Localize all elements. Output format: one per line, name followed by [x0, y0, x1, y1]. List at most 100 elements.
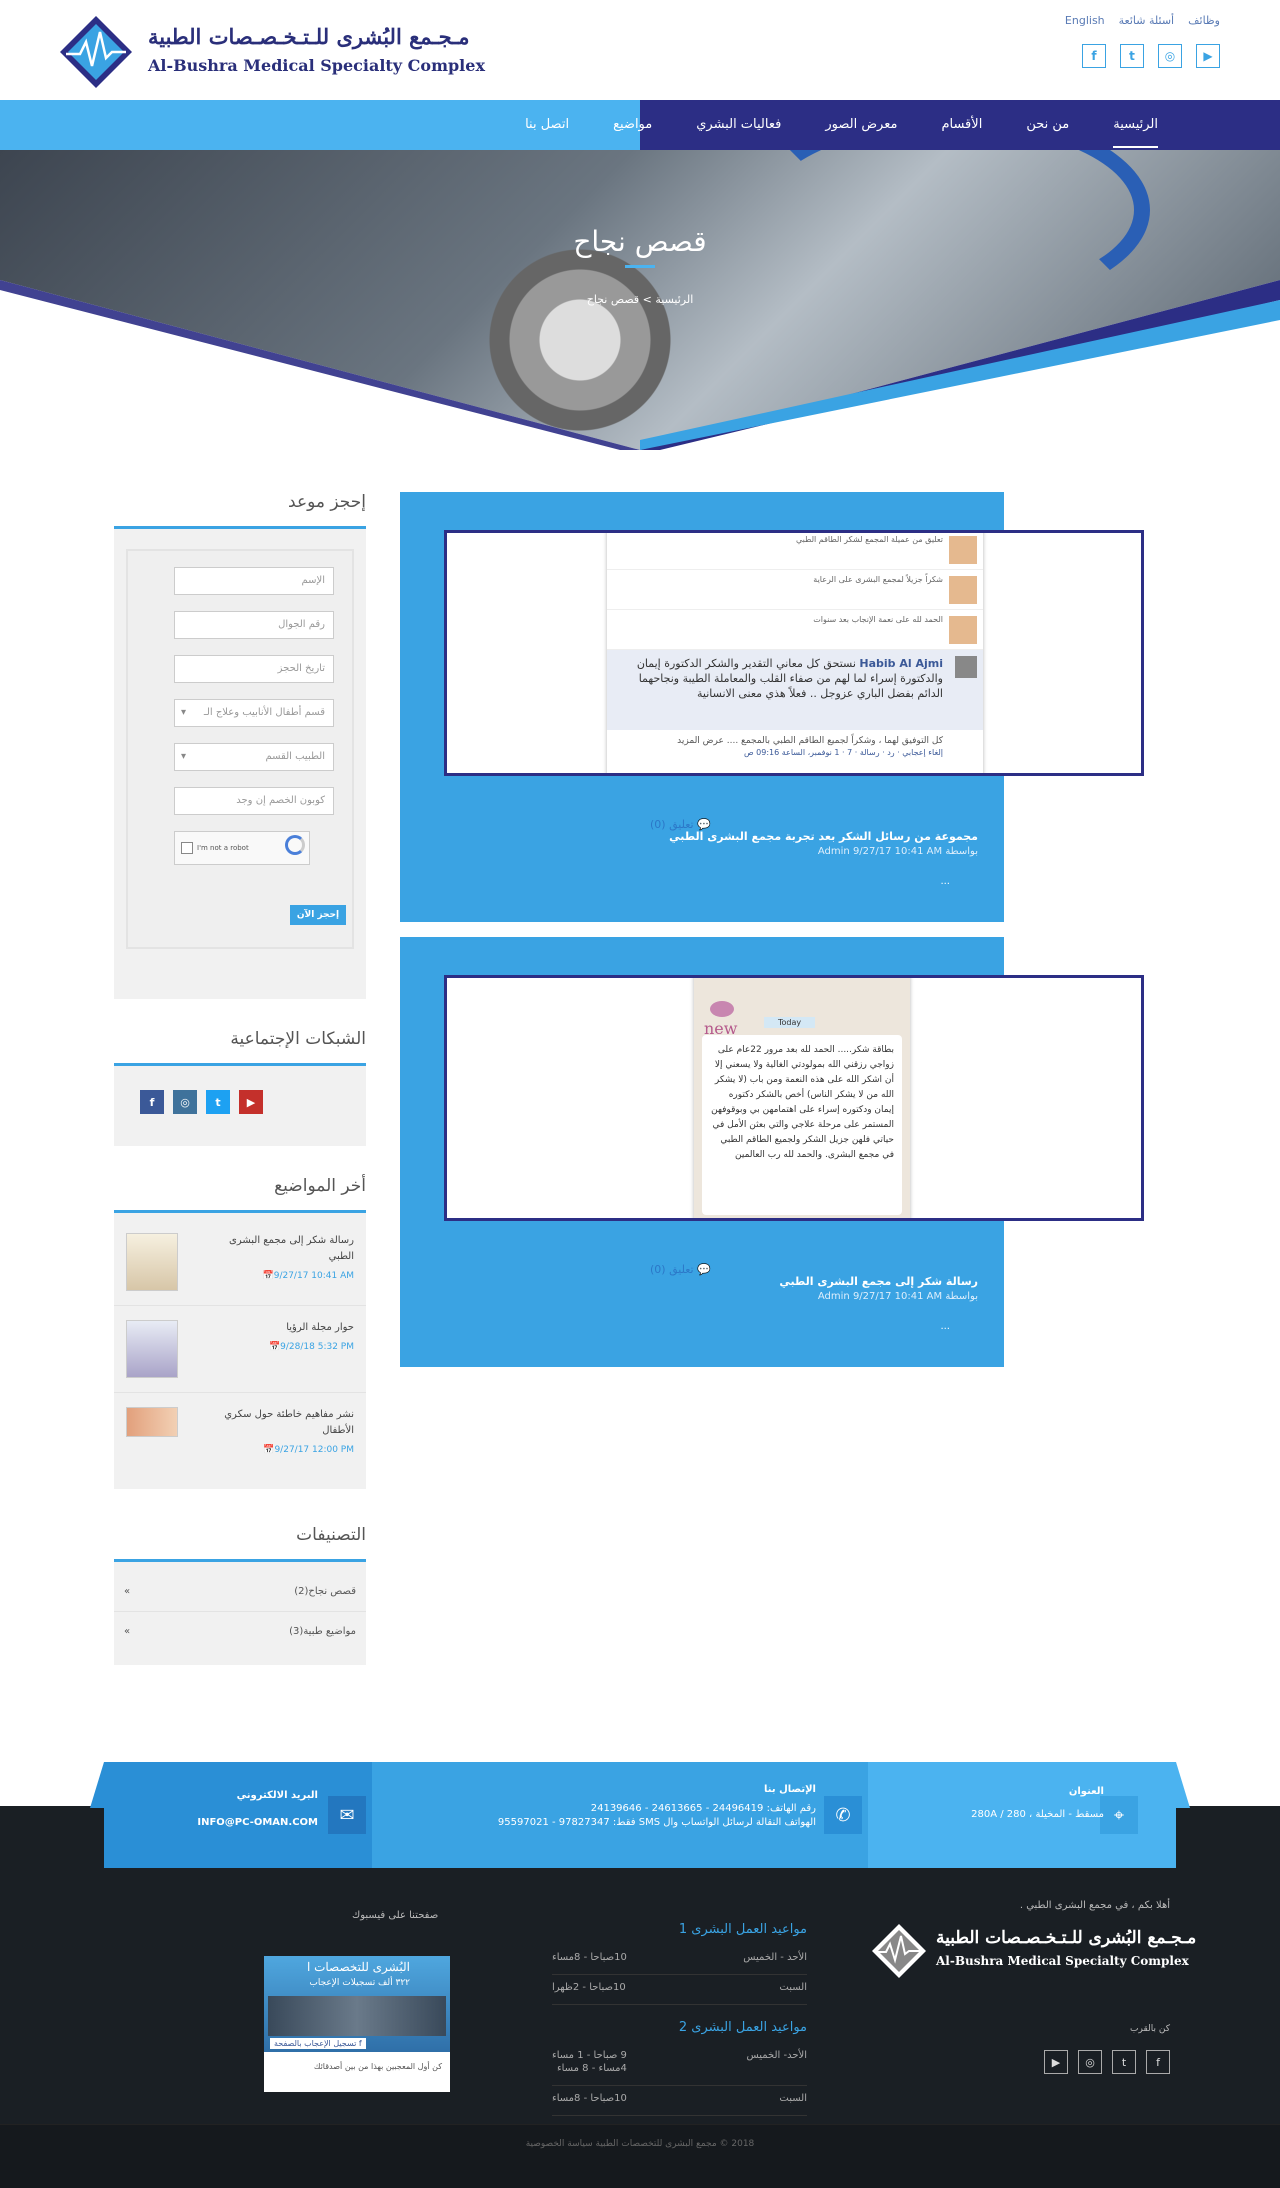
instagram-icon[interactable]: ◎ [1078, 2050, 1102, 2074]
phone-field[interactable]: رقم الجوال [174, 611, 334, 639]
phone-line-1: رقم الهاتف: 24496419 - 24613665 - 241396… [590, 1803, 816, 1814]
doctor-select[interactable]: الطبيب القسم [174, 743, 334, 771]
facebook-page-widget[interactable]: البُشرى للتخصصات ا ٣٢٢ ألف تسجيلات الإعج… [264, 1956, 450, 2092]
latest-item-title[interactable]: حوار مجلة الرؤيا [204, 1320, 354, 1336]
post-image[interactable]: تعليق من عميلة المجمع لشكر الطاقم الطبي … [444, 530, 1144, 776]
copyright-bar: 2018 © مجمع البشرى للتخصصات الطبية سياسة… [0, 2124, 1280, 2188]
latest-item-date: 📅9/27/17 12:00 PM [263, 1445, 354, 1455]
read-more-link[interactable]: ... [940, 876, 950, 887]
latest-item-thumbnail[interactable] [126, 1233, 178, 1291]
facebook-cover-image: البُشرى للتخصصات ا ٣٢٢ ألف تسجيلات الإعج… [264, 1956, 450, 2052]
latest-title: أخر المواضيع [114, 1176, 366, 1213]
read-more-link[interactable]: ... [940, 1321, 950, 1332]
facebook-icon[interactable]: f [140, 1090, 164, 1114]
latest-item-thumbnail[interactable] [126, 1320, 178, 1378]
latest-item-date: 📅9/27/17 10:41 AM [262, 1271, 355, 1281]
fb-group-photo [268, 1996, 446, 2036]
posts-list: تعليق من عميلة المجمع لشكر الطاقم الطبي … [400, 492, 1144, 1382]
instagram-icon[interactable]: ◎ [1158, 44, 1182, 68]
breadcrumb-home[interactable]: الرئيسية [655, 293, 693, 306]
comment-actions: إلغاء إعجابي · رد · رسالة · 7 · 1 نوفمبر… [743, 748, 943, 757]
category-label[interactable]: قصص نجاح(2) [294, 1586, 356, 1597]
post-title[interactable]: مجموعة من رسائل الشكر بعد تجربة مجمع الب… [669, 830, 978, 843]
latest-item-title[interactable]: نشر مفاهيم خاطئة حول سكري الأطفال [204, 1407, 354, 1439]
hours-row: الأحد - الخميس 10صباحا - 8مساء [552, 1945, 807, 1975]
footer-welcome: أهلا بكم ، في مجمع البشرى الطبي . [1019, 1900, 1170, 1911]
categories-panel: قصص نجاح(2) » مواضيع طبية(3) » [114, 1562, 366, 1665]
post-image[interactable]: new Today بطاقة شكر..... الحمد لله بعد م… [444, 975, 1144, 1221]
facebook-icon: f [358, 2039, 362, 2048]
nav-item-about[interactable]: من نحن [1004, 100, 1091, 150]
email-value[interactable]: INFO@PC-OMAN.COM [197, 1816, 318, 1830]
latest-item-thumbnail[interactable] [126, 1407, 178, 1437]
top-link-faq[interactable]: أسئلة شائعة [1119, 14, 1174, 27]
page-title: قصص نجاح [573, 225, 707, 258]
fb-like-button[interactable]: f تسجيل الإعجاب بالصفحة [270, 2038, 366, 2049]
envelope-icon: ✉ [328, 1796, 366, 1834]
comments-count: تعليق (0) [650, 818, 694, 831]
category-item[interactable]: مواضيع طبية(3) » [114, 1612, 366, 1651]
department-select[interactable]: قسم أطفال الأنابيب وعلاج الـ [174, 699, 334, 727]
post-comments-link[interactable]: 💬 تعليق (0) [650, 1263, 711, 1276]
flower-logo-icon [710, 1001, 734, 1017]
latest-item[interactable]: رسالة شكر إلى مجمع البشرى الطبي 📅9/27/17 … [114, 1219, 366, 1306]
double-chevron-icon: » [124, 1626, 131, 1637]
twitter-icon[interactable]: t [1112, 2050, 1136, 2074]
today-label: Today [764, 1017, 816, 1028]
commenter-name: Habib Al Ajmi [859, 657, 943, 670]
nav-item-home[interactable]: الرئيسية [1091, 100, 1180, 150]
footer-logo-mark-icon [872, 1924, 926, 1978]
youtube-icon[interactable]: ▶ [1196, 44, 1220, 68]
category-label[interactable]: مواضيع طبية(3) [289, 1626, 356, 1637]
coupon-field[interactable]: كوبون الخصم إن وجد [174, 787, 334, 815]
logo-arabic-text: مـجـمع البُشرى للـتـخـصـصات الطبية [148, 24, 470, 49]
site-logo[interactable]: مـجـمع البُشرى للـتـخـصـصات الطبية Al-Bu… [56, 14, 485, 92]
logo-english-text: Al-Bushra Medical Specialty Complex [148, 56, 485, 75]
category-item[interactable]: قصص نجاح(2) » [114, 1572, 366, 1612]
captcha-checkbox[interactable] [181, 842, 193, 854]
name-field[interactable]: الإسم [174, 567, 334, 595]
facebook-icon[interactable]: f [1082, 44, 1106, 68]
post-title[interactable]: رسالة شكر إلى مجمع البشرى الطبي [779, 1275, 978, 1288]
message-bubble: بطاقة شكر..... الحمد لله بعد مرور 22عام … [702, 1035, 902, 1215]
fb-banner-title: البُشرى للتخصصات ا [306, 1960, 410, 1974]
main-navbar: الرئيسية من نحن الأقسام معرض الصور فعالي… [0, 100, 1280, 150]
booking-form: الإسم رقم الجوال تاريخ الحجز قسم أطفال ا… [126, 549, 354, 949]
top-links: وظائف أسئلة شائعة English [1065, 14, 1220, 27]
nav-item-gallery[interactable]: معرض الصور [803, 100, 919, 150]
nav-item-contact[interactable]: اتصل بنا [503, 100, 591, 150]
footer-logo-english: Al-Bushra Medical Specialty Complex [936, 1954, 1189, 1968]
instagram-icon[interactable]: ◎ [173, 1090, 197, 1114]
youtube-icon[interactable]: ▶ [239, 1090, 263, 1114]
book-now-button[interactable]: إحجز الآن [290, 905, 346, 925]
comment-footer: كل التوفيق لهما ، وشكراً لجميع الطاقم ال… [677, 736, 943, 746]
latest-item[interactable]: حوار مجلة الرؤيا 📅9/28/18 5:32 PM [114, 1306, 366, 1393]
latest-item[interactable]: نشر مفاهيم خاطئة حول سكري الأطفال 📅9/27/1… [114, 1393, 366, 1469]
date-field[interactable]: تاريخ الحجز [174, 655, 334, 683]
page-hero: قصص نجاح الرئيسية > قصص نجاح [0, 150, 1280, 450]
top-link-jobs[interactable]: وظائف [1188, 14, 1220, 27]
working-hours-1: مواعيد العمل البشرى 1 الأحد - الخميس 10صب… [552, 1922, 807, 2005]
latest-item-title[interactable]: رسالة شكر إلى مجمع البشرى الطبي [204, 1233, 354, 1265]
twitter-icon[interactable]: t [206, 1090, 230, 1114]
recaptcha[interactable]: I'm not a robot [174, 831, 310, 865]
breadcrumb: الرئيسية > قصص نجاح [0, 293, 1280, 306]
footer-contact-bar: ✉ البريد الالكتروني INFO@PC-OMAN.COM ✆ ا… [104, 1762, 1176, 1868]
copyright-text[interactable]: 2018 © مجمع البشرى للتخصصات الطبية سياسة… [0, 2139, 1280, 2149]
nav-item-events[interactable]: فعاليات البشري [674, 100, 803, 150]
top-link-english[interactable]: English [1065, 14, 1105, 27]
hours-title: مواعيد العمل البشرى 1 [678, 1922, 807, 1937]
main-nav: الرئيسية من نحن الأقسام معرض الصور فعالي… [503, 100, 1180, 150]
footer-logo[interactable]: مـجـمع البُشرى للـتـخـصـصات الطبية Al-Bu… [870, 1922, 1196, 1982]
twitter-icon[interactable]: t [1120, 44, 1144, 68]
phone-block: ✆ الإتصال بنا رقم الهاتف: 24496419 - 246… [372, 1762, 868, 1868]
nav-item-topics[interactable]: مواضيع [591, 100, 674, 150]
nav-item-departments[interactable]: الأقسام [919, 100, 1004, 150]
facebook-icon[interactable]: f [1146, 2050, 1170, 2074]
categories-title: التصنيفات [114, 1525, 366, 1562]
post-meta: بواسطة Admin 9/27/17 10:41 AM [817, 846, 978, 857]
post-comments-link[interactable]: 💬 تعليق (0) [650, 818, 711, 831]
comments-count: تعليق (0) [650, 1263, 694, 1276]
youtube-icon[interactable]: ▶ [1044, 2050, 1068, 2074]
post-card: new Today بطاقة شكر..... الحمد لله بعد م… [400, 937, 1144, 1367]
